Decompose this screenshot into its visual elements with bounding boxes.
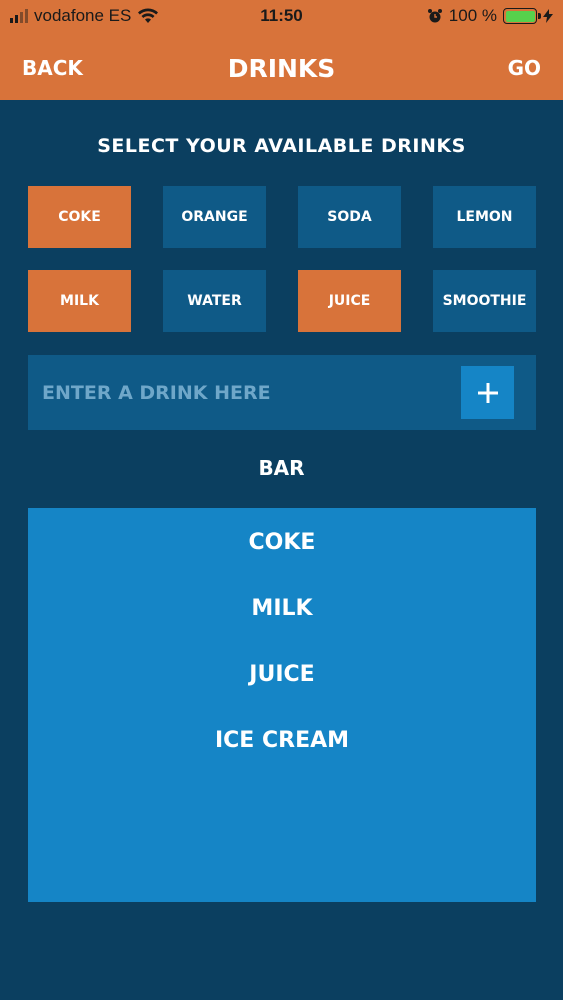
drink-chip-coke[interactable]: COKE: [28, 186, 131, 248]
plus-icon: [477, 382, 498, 403]
alarm-icon: [427, 9, 442, 23]
drink-chip-lemon[interactable]: LEMON: [433, 186, 536, 248]
page-title: DRINKS: [227, 54, 336, 83]
bar-list-panel: COKE MILK JUICE ICE CREAM: [28, 508, 536, 902]
bar-heading: BAR: [258, 456, 305, 480]
drink-grid: COKE ORANGE SODA LEMON MILK WATER JUICE …: [28, 186, 536, 332]
drink-chip-milk[interactable]: MILK: [28, 270, 131, 332]
status-bar: vodafone ES 11:50 100 %: [0, 0, 563, 34]
battery-icon: [503, 8, 541, 24]
bar-item[interactable]: JUICE: [28, 660, 536, 726]
battery-percent: 100 %: [448, 6, 497, 25]
drink-chip-water[interactable]: WATER: [163, 270, 266, 332]
bar-list: COKE MILK JUICE ICE CREAM: [28, 508, 536, 792]
drink-chip-juice[interactable]: JUICE: [298, 270, 401, 332]
drink-chip-orange[interactable]: ORANGE: [163, 186, 266, 248]
header-bar: vodafone ES 11:50 100 % BACK DRINKS GO: [0, 0, 563, 100]
select-drinks-heading: SELECT YOUR AVAILABLE DRINKS: [97, 135, 466, 157]
drink-input[interactable]: [42, 362, 461, 423]
bar-item[interactable]: ICE CREAM: [28, 726, 536, 792]
drink-entry-row: [28, 355, 536, 430]
drink-chip-soda[interactable]: SODA: [298, 186, 401, 248]
go-button[interactable]: GO: [508, 56, 541, 80]
bar-item[interactable]: MILK: [28, 594, 536, 660]
bar-item[interactable]: COKE: [28, 528, 536, 594]
charging-icon: [543, 9, 553, 23]
add-drink-button[interactable]: [461, 366, 514, 419]
drink-chip-smoothie[interactable]: SMOOTHIE: [433, 270, 536, 332]
back-button[interactable]: BACK: [22, 56, 83, 80]
nav-bar: BACK DRINKS GO: [0, 50, 563, 94]
